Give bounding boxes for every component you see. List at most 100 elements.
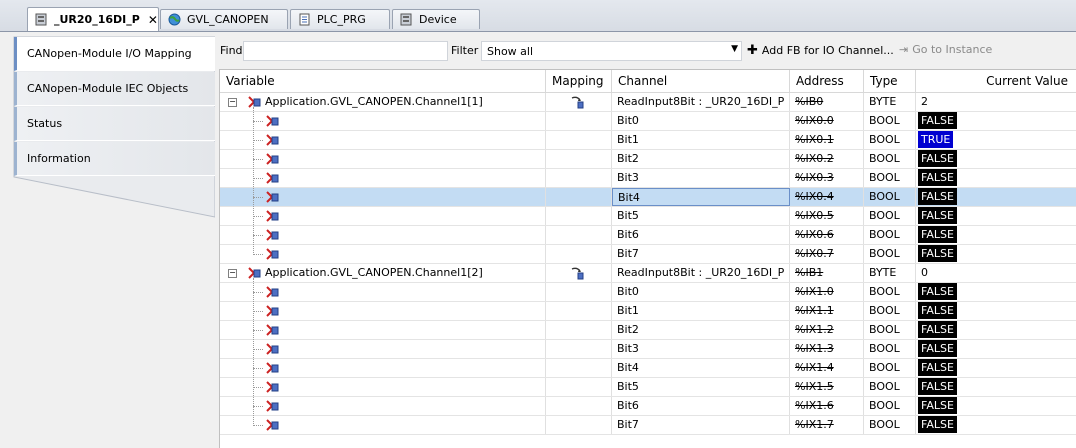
table-row-bit[interactable]: Bit7 %IX1.7 BOOL FALSE	[220, 416, 1076, 435]
variable-cell[interactable]	[280, 321, 546, 339]
current-value-badge: FALSE	[918, 226, 957, 243]
table-row-bit[interactable]: Bit1 %IX1.1 BOOL FALSE	[220, 302, 1076, 321]
variable-input-icon	[264, 152, 280, 166]
mapping-cell[interactable]	[546, 245, 612, 263]
mapping-cell[interactable]	[546, 302, 612, 320]
tab-label: PLC_PRG	[317, 13, 366, 26]
side-tab-io-mapping[interactable]: CANopen-Module I/O Mapping	[14, 37, 215, 71]
table-row-bit[interactable]: Bit5 %IX1.5 BOOL FALSE	[220, 378, 1076, 397]
mapping-cell[interactable]	[546, 378, 612, 396]
variable-cell[interactable]	[280, 378, 546, 396]
side-tab-status[interactable]: Status	[14, 107, 215, 141]
table-row-bit[interactable]: Bit0 %IX0.0 BOOL FALSE	[220, 112, 1076, 131]
goto-instance-button[interactable]: ⇥ Go to Instance	[899, 43, 992, 56]
column-header-mapping[interactable]: Mapping	[546, 70, 612, 92]
mapping-cell[interactable]	[546, 112, 612, 130]
table-row-bit[interactable]: Bit5 %IX0.5 BOOL FALSE	[220, 207, 1076, 226]
tab-ur20-16di-p[interactable]: _UR20_16DI_P ✕	[27, 7, 159, 31]
mapping-cell[interactable]	[546, 188, 612, 206]
table-row-bit[interactable]: Bit7 %IX0.7 BOOL FALSE	[220, 245, 1076, 264]
table-row-bit[interactable]: Bit4 %IX1.4 BOOL FALSE	[220, 359, 1076, 378]
type-cell: BOOL	[864, 283, 916, 301]
table-row-bit[interactable]: Bit4 %IX0.4 BOOL FALSE	[220, 188, 1076, 207]
table-row-bit[interactable]: Bit0 %IX1.0 BOOL FALSE	[220, 283, 1076, 302]
tree-connector	[253, 197, 263, 198]
column-header-channel[interactable]: Channel	[612, 70, 790, 92]
variable-cell[interactable]: Application.GVL_CANOPEN.Channel1[1]	[260, 93, 546, 111]
variable-cell[interactable]	[280, 359, 546, 377]
tab-plc-prg[interactable]: PLC_PRG	[290, 9, 390, 29]
current-value-cell: FALSE	[916, 188, 1076, 206]
mapping-cell[interactable]	[546, 340, 612, 358]
variable-input-icon	[264, 247, 280, 261]
goto-arrow-icon: ⇥	[899, 43, 909, 56]
variable-cell[interactable]	[280, 416, 546, 434]
current-value-cell: FALSE	[916, 169, 1076, 187]
variable-cell[interactable]	[280, 150, 546, 168]
mapping-cell[interactable]	[546, 207, 612, 225]
document-icon	[297, 13, 311, 27]
table-row-bit[interactable]: Bit1 %IX0.1 BOOL TRUE	[220, 131, 1076, 150]
mapping-cell[interactable]	[546, 226, 612, 244]
variable-input-icon	[264, 361, 280, 375]
variable-input-icon	[264, 323, 280, 337]
column-header-address[interactable]: Address	[790, 70, 864, 92]
collapse-icon[interactable]: −	[228, 98, 237, 107]
tree-connector	[253, 178, 263, 179]
tab-gvl-canopen[interactable]: GVL_CANOPEN	[160, 9, 288, 29]
table-row-bit[interactable]: Bit3 %IX0.3 BOOL FALSE	[220, 169, 1076, 188]
filter-select[interactable]: Show all ▼	[481, 41, 742, 61]
tree-connector	[253, 140, 263, 141]
mapping-cell[interactable]	[546, 397, 612, 415]
table-row-bit[interactable]: Bit2 %IX0.2 BOOL FALSE	[220, 150, 1076, 169]
type-cell: BOOL	[864, 150, 916, 168]
variable-cell[interactable]	[280, 112, 546, 130]
mapping-cell[interactable]	[546, 359, 612, 377]
current-value-cell: FALSE	[916, 378, 1076, 396]
column-header-type[interactable]: Type	[864, 70, 916, 92]
variable-cell[interactable]	[280, 207, 546, 225]
table-row-bit[interactable]: Bit6 %IX0.6 BOOL FALSE	[220, 226, 1076, 245]
mapping-cell[interactable]	[546, 321, 612, 339]
table-row-channel[interactable]: − Application.GVL_CANOPEN.Channel1[2] Read…	[220, 264, 1076, 283]
table-row-channel[interactable]: − Application.GVL_CANOPEN.Channel1[1] Read…	[220, 93, 1076, 112]
current-value-cell: FALSE	[916, 112, 1076, 130]
current-value-badge: FALSE	[918, 321, 957, 338]
variable-cell[interactable]	[280, 245, 546, 263]
mapping-cell[interactable]	[546, 131, 612, 149]
column-header-current-value[interactable]: Current Value	[916, 70, 1076, 92]
table-row-bit[interactable]: Bit6 %IX1.6 BOOL FALSE	[220, 397, 1076, 416]
channel-cell: Bit6	[612, 226, 790, 244]
find-input[interactable]	[243, 41, 448, 61]
mapping-cell[interactable]	[546, 93, 612, 111]
close-icon[interactable]: ✕	[148, 13, 158, 27]
side-tab-iec-objects[interactable]: CANopen-Module IEC Objects	[14, 72, 215, 106]
mapping-cell[interactable]	[546, 283, 612, 301]
mapping-cell[interactable]	[546, 416, 612, 434]
mapping-cell[interactable]	[546, 169, 612, 187]
variable-cell[interactable]	[280, 302, 546, 320]
tab-device[interactable]: Device	[392, 9, 480, 29]
add-fb-button[interactable]: ✚ Add FB for IO Channel...	[747, 43, 894, 58]
side-tab-information[interactable]: Information	[14, 142, 215, 176]
current-value-badge: TRUE	[918, 131, 954, 148]
column-header-variable[interactable]: Variable	[220, 70, 546, 92]
variable-cell[interactable]	[280, 188, 546, 206]
mapping-cell[interactable]	[546, 264, 612, 282]
current-value-badge: FALSE	[918, 416, 957, 433]
variable-input-icon	[264, 399, 280, 413]
variable-cell[interactable]	[280, 397, 546, 415]
variable-cell[interactable]	[280, 226, 546, 244]
current-value-badge: FALSE	[918, 302, 957, 319]
variable-cell[interactable]	[280, 131, 546, 149]
table-row-bit[interactable]: Bit3 %IX1.3 BOOL FALSE	[220, 340, 1076, 359]
variable-cell[interactable]	[280, 169, 546, 187]
table-row-bit[interactable]: Bit2 %IX1.2 BOOL FALSE	[220, 321, 1076, 340]
variable-cell[interactable]: Application.GVL_CANOPEN.Channel1[2]	[260, 264, 546, 282]
type-cell: BOOL	[864, 245, 916, 263]
variable-cell[interactable]	[280, 283, 546, 301]
mapping-cell[interactable]	[546, 150, 612, 168]
variable-cell[interactable]	[280, 340, 546, 358]
collapse-icon[interactable]: −	[228, 269, 237, 278]
side-tab-label: Status	[27, 117, 63, 130]
